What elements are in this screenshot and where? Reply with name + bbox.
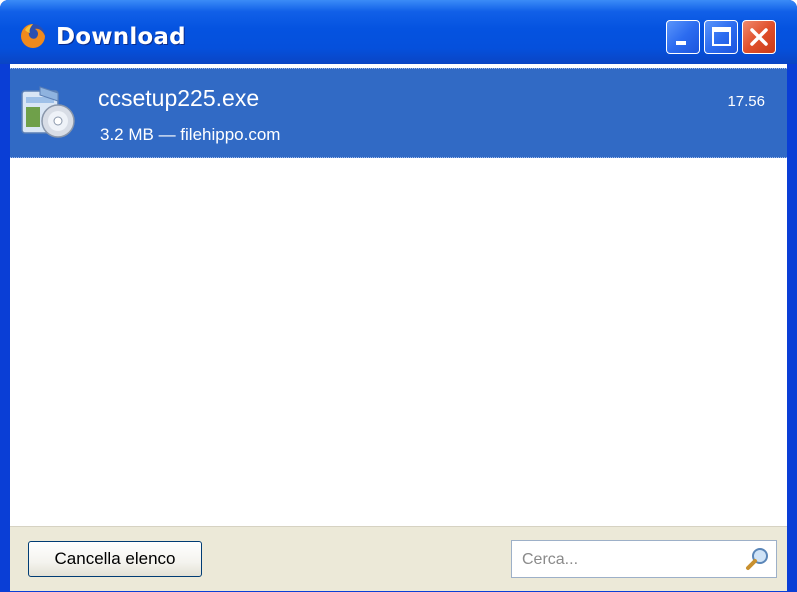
- maximize-icon: [712, 27, 731, 46]
- search-box[interactable]: [511, 540, 777, 578]
- minimize-button[interactable]: [666, 20, 700, 54]
- close-button[interactable]: [742, 20, 776, 54]
- clear-list-label: Cancella elenco: [54, 549, 176, 568]
- title-bar[interactable]: Download: [0, 0, 797, 64]
- download-window: Download ccsetup225.exe 3.2 MB — filehip…: [0, 0, 797, 592]
- clear-list-button[interactable]: Cancella elenco: [28, 541, 202, 577]
- file-meta: 3.2 MB — filehippo.com: [100, 125, 281, 144]
- installer-icon: [21, 86, 75, 138]
- download-item[interactable]: ccsetup225.exe 3.2 MB — filehippo.com 17…: [10, 68, 787, 158]
- firefox-icon: [21, 24, 45, 48]
- maximize-button[interactable]: [704, 20, 738, 54]
- search-icon[interactable]: [744, 546, 770, 572]
- search-input[interactable]: [520, 545, 724, 575]
- download-time: 17.56: [727, 93, 765, 110]
- window-title: Download: [56, 24, 186, 50]
- downloads-panel: ccsetup225.exe 3.2 MB — filehippo.com 17…: [10, 64, 787, 591]
- footer-bar: Cancella elenco: [10, 526, 787, 591]
- close-icon: [750, 28, 768, 46]
- minimize-icon: [676, 41, 686, 45]
- file-name: ccsetup225.exe: [98, 85, 260, 111]
